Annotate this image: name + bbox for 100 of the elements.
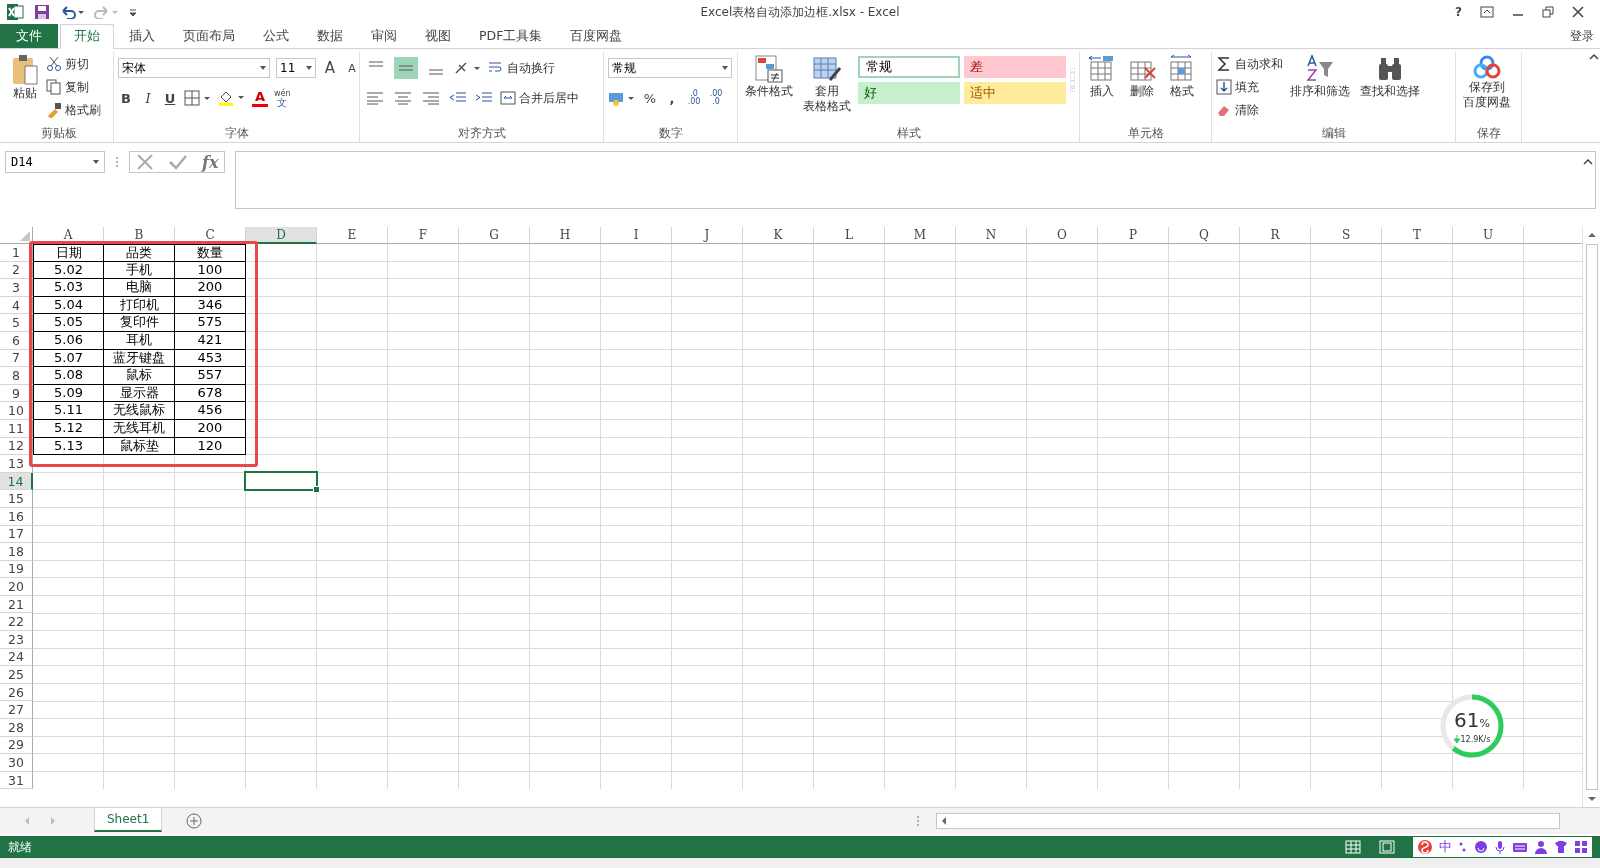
column-header[interactable]: D	[246, 227, 317, 244]
restore-icon[interactable]	[1542, 6, 1554, 18]
ribbon-tab[interactable]: 插入	[116, 24, 168, 48]
ribbon-tab[interactable]: PDF工具集	[466, 24, 556, 48]
cell-style-option[interactable]: 适中	[964, 82, 1066, 104]
shrink-font-button[interactable]: A	[344, 61, 360, 75]
wrap-text-button[interactable]: 自动换行	[488, 58, 555, 78]
cancel-icon[interactable]	[136, 153, 154, 171]
insert-button[interactable]: 插入	[1084, 52, 1120, 101]
normal-view-icon[interactable]	[1345, 840, 1361, 854]
horizontal-scrollbar[interactable]	[936, 813, 1560, 829]
scroll-thumb[interactable]	[1585, 244, 1598, 790]
formula-input[interactable]	[235, 151, 1596, 209]
increase-decimal-button[interactable]: .0 .00	[686, 90, 702, 106]
conditional-format-button[interactable]: 条件格式	[742, 52, 796, 101]
ribbon-tab[interactable]: 视图	[412, 24, 464, 48]
grow-font-button[interactable]: A	[322, 59, 338, 77]
cell-style-option[interactable]: 好	[858, 82, 960, 104]
bold-button[interactable]: B	[118, 90, 134, 106]
delete-button[interactable]: 删除	[1124, 52, 1160, 101]
column-header[interactable]: U	[1453, 227, 1524, 244]
check-icon[interactable]	[168, 153, 188, 171]
format-button[interactable]: 格式	[1164, 52, 1200, 101]
row-header[interactable]: 15	[0, 490, 33, 508]
shirt-icon[interactable]	[1554, 840, 1568, 854]
cell-style-option[interactable]: 常规	[858, 56, 960, 78]
grip-icon[interactable]	[916, 815, 920, 827]
row-header[interactable]: 20	[0, 578, 33, 596]
ribbon-tab[interactable]: 数据	[304, 24, 356, 48]
undo-icon[interactable]	[60, 5, 84, 19]
column-header[interactable]: Q	[1169, 227, 1240, 244]
insert-function-button[interactable]: fx	[202, 152, 219, 172]
column-header[interactable]: I	[601, 227, 672, 244]
ime-mode-text[interactable]: 中	[1439, 838, 1452, 856]
ribbon-display-icon[interactable]	[1480, 6, 1494, 18]
align-left-icon[interactable]	[364, 90, 386, 106]
row-header[interactable]: 28	[0, 719, 33, 737]
page-layout-icon[interactable]	[1379, 840, 1395, 854]
ribbon-tab[interactable]: 审阅	[358, 24, 410, 48]
grip-icon[interactable]	[115, 156, 119, 168]
font-color-button[interactable]: A	[252, 89, 268, 107]
save-to-cloud-button[interactable]: 保存到 百度网盘	[1460, 52, 1514, 112]
column-header[interactable]: O	[1027, 227, 1098, 244]
fill-button[interactable]: 填充	[1216, 77, 1283, 97]
column-header[interactable]: R	[1240, 227, 1311, 244]
smiley-icon[interactable]	[1474, 840, 1488, 854]
underline-button[interactable]: U	[162, 90, 178, 106]
name-box[interactable]: D14	[5, 151, 105, 173]
format-painter-button[interactable]: 格式刷	[46, 100, 101, 120]
phonetic-button[interactable]: wén 文	[274, 89, 291, 107]
column-header[interactable]: J	[672, 227, 743, 244]
align-right-icon[interactable]	[420, 90, 442, 106]
ribbon-tab[interactable]: 百度网盘	[557, 24, 636, 48]
font-size-field[interactable]: 11	[276, 58, 316, 78]
row-header[interactable]: 3	[0, 279, 33, 297]
row-header[interactable]: 1	[0, 244, 33, 262]
decrease-decimal-button[interactable]: .00 .0	[708, 90, 724, 106]
column-header[interactable]: F	[388, 227, 459, 244]
save-icon[interactable]	[34, 4, 50, 20]
column-header[interactable]: S	[1311, 227, 1382, 244]
copy-button[interactable]: 复制	[46, 77, 101, 97]
column-header[interactable]: M	[885, 227, 956, 244]
customize-icon[interactable]	[128, 7, 138, 17]
row-header[interactable]: 27	[0, 701, 33, 720]
orientation-icon[interactable]	[454, 60, 482, 76]
selected-cell[interactable]	[244, 470, 318, 492]
person-icon[interactable]	[1534, 840, 1548, 854]
merge-center-button[interactable]: 合并后居中	[500, 88, 579, 108]
ribbon-tab[interactable]: 公式	[250, 24, 302, 48]
keyboard-icon[interactable]	[1512, 841, 1528, 853]
column-header[interactable]: P	[1098, 227, 1169, 244]
ribbon-tab[interactable]: 页面布局	[170, 24, 248, 48]
sign-in-link[interactable]: 登录	[1564, 27, 1600, 45]
column-header[interactable]: N	[956, 227, 1027, 244]
currency-icon[interactable]	[608, 90, 636, 106]
row-header[interactable]: 8	[0, 367, 33, 385]
italic-button[interactable]: I	[140, 90, 156, 106]
row-header[interactable]: 13	[0, 455, 33, 473]
row-header[interactable]: 18	[0, 543, 33, 561]
help-button[interactable]: ?	[1455, 5, 1462, 19]
ime-logo-icon[interactable]	[1417, 839, 1433, 855]
column-header[interactable]: L	[814, 227, 885, 244]
comma-style-button[interactable]: ,	[664, 90, 680, 106]
cell-style-option[interactable]: 差	[964, 56, 1066, 78]
close-icon[interactable]	[1572, 6, 1584, 18]
autosum-button[interactable]: 自动求和	[1216, 54, 1283, 74]
grid-icon[interactable]	[1574, 840, 1588, 854]
column-header[interactable]: E	[317, 227, 388, 244]
find-select-button[interactable]: 查找和选择	[1357, 52, 1423, 101]
sort-filter-button[interactable]: 排序和筛选	[1287, 52, 1353, 101]
microphone-icon[interactable]	[1494, 840, 1506, 854]
paste-button[interactable]: 粘贴	[8, 52, 42, 103]
ribbon-tab[interactable]: 开始	[60, 24, 114, 49]
file-tab[interactable]: 文件	[0, 24, 58, 48]
row-header[interactable]: 25	[0, 666, 33, 684]
align-center-icon[interactable]	[392, 90, 414, 106]
cut-button[interactable]: 剪切	[46, 54, 101, 74]
font-name-field[interactable]: 宋体	[118, 58, 270, 78]
row-header[interactable]: 30	[0, 754, 33, 772]
add-sheet-icon[interactable]	[186, 813, 203, 829]
